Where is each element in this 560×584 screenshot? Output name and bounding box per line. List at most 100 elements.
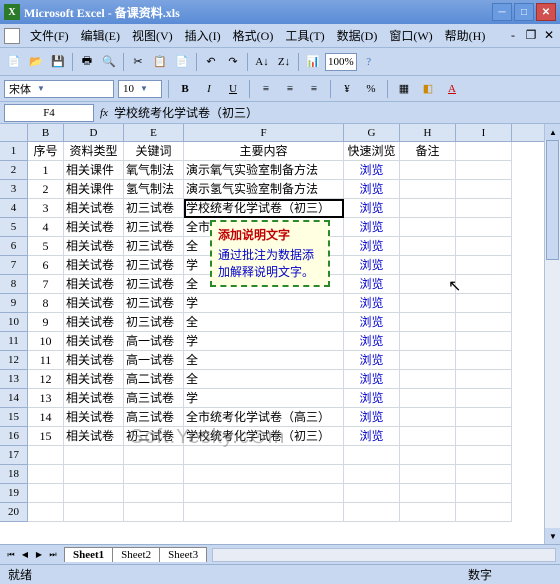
cell[interactable]: 相关试卷: [64, 332, 124, 351]
cell[interactable]: 相关试卷: [64, 351, 124, 370]
cell[interactable]: [456, 465, 512, 484]
cell[interactable]: [400, 503, 456, 522]
cell[interactable]: 全: [184, 351, 344, 370]
menu-item[interactable]: 数据(D): [331, 27, 384, 45]
name-box[interactable]: F4: [4, 104, 94, 122]
cell[interactable]: [64, 446, 124, 465]
cell[interactable]: 7: [28, 275, 64, 294]
cell[interactable]: 浏览: [344, 332, 400, 351]
horizontal-scrollbar[interactable]: [212, 548, 556, 562]
menu-item[interactable]: 编辑(E): [75, 27, 126, 45]
tab-nav-first[interactable]: ⏮: [4, 548, 18, 562]
cell[interactable]: [400, 256, 456, 275]
cell[interactable]: [456, 389, 512, 408]
cell[interactable]: 相关试卷: [64, 237, 124, 256]
cell[interactable]: 浏览: [344, 389, 400, 408]
cell[interactable]: 5: [28, 237, 64, 256]
cell[interactable]: 相关试卷: [64, 294, 124, 313]
cell[interactable]: [344, 503, 400, 522]
cell[interactable]: 2: [28, 180, 64, 199]
cell[interactable]: 相关试卷: [64, 389, 124, 408]
cell[interactable]: 6: [28, 256, 64, 275]
preview-button[interactable]: 🔍: [99, 52, 119, 72]
row-header[interactable]: 2: [0, 161, 28, 180]
cell[interactable]: [456, 446, 512, 465]
paste-button[interactable]: 📄: [172, 52, 192, 72]
sort-asc-button[interactable]: A↓: [252, 52, 272, 72]
row-header[interactable]: 4: [0, 199, 28, 218]
fx-icon[interactable]: fx: [100, 107, 108, 119]
cell[interactable]: [124, 465, 184, 484]
row-header[interactable]: 6: [0, 237, 28, 256]
align-left-button[interactable]: ≡: [256, 79, 276, 99]
cell[interactable]: [456, 313, 512, 332]
cell[interactable]: 初三试卷: [124, 275, 184, 294]
col-header[interactable]: G: [344, 124, 400, 141]
cell[interactable]: [456, 275, 512, 294]
worksheet-grid[interactable]: BDEFGHI 1序号资料类型关键词主要内容快速浏览备注21相关课件氧气制法演示…: [0, 124, 560, 544]
cell[interactable]: [456, 199, 512, 218]
cell[interactable]: 1: [28, 161, 64, 180]
cut-button[interactable]: ✂: [128, 52, 148, 72]
cell[interactable]: [28, 465, 64, 484]
help-button[interactable]: ?: [359, 52, 379, 72]
cell[interactable]: 初三试卷: [124, 199, 184, 218]
cell[interactable]: 相关试卷: [64, 427, 124, 446]
row-header[interactable]: 16: [0, 427, 28, 446]
cell[interactable]: 学: [184, 332, 344, 351]
cell[interactable]: 相关试卷: [64, 313, 124, 332]
row-header[interactable]: 15: [0, 408, 28, 427]
menu-item[interactable]: 文件(F): [24, 27, 75, 45]
sheet-tab[interactable]: Sheet2: [112, 547, 160, 562]
cell[interactable]: [456, 503, 512, 522]
col-header[interactable]: E: [124, 124, 184, 141]
header-cell[interactable]: 关键词: [124, 142, 184, 161]
cell[interactable]: 浏览: [344, 408, 400, 427]
header-cell[interactable]: 资料类型: [64, 142, 124, 161]
cell[interactable]: 8: [28, 294, 64, 313]
menu-item[interactable]: 视图(V): [126, 27, 179, 45]
scroll-down-button[interactable]: ▼: [545, 528, 560, 544]
cell[interactable]: 10: [28, 332, 64, 351]
cell[interactable]: 浏览: [344, 237, 400, 256]
cell[interactable]: [124, 503, 184, 522]
cell[interactable]: [400, 275, 456, 294]
cell[interactable]: [28, 484, 64, 503]
cell[interactable]: [400, 408, 456, 427]
sort-desc-button[interactable]: Z↓: [274, 52, 294, 72]
row-header[interactable]: 3: [0, 180, 28, 199]
redo-button[interactable]: ↷: [223, 52, 243, 72]
minimize-button[interactable]: ─: [492, 3, 512, 21]
cell[interactable]: [400, 294, 456, 313]
cell[interactable]: [400, 332, 456, 351]
open-button[interactable]: 📂: [26, 52, 46, 72]
row-header[interactable]: 9: [0, 294, 28, 313]
sheet-tab[interactable]: Sheet1: [64, 547, 113, 562]
maximize-button[interactable]: □: [514, 3, 534, 21]
cell[interactable]: 13: [28, 389, 64, 408]
cell[interactable]: 浏览: [344, 313, 400, 332]
cell[interactable]: 浏览: [344, 294, 400, 313]
cell[interactable]: [184, 446, 344, 465]
cell[interactable]: [400, 218, 456, 237]
font-size-combo[interactable]: 10▼: [118, 80, 162, 98]
vertical-scrollbar[interactable]: ▲ ▼: [544, 124, 560, 544]
cell[interactable]: 4: [28, 218, 64, 237]
cell[interactable]: [184, 465, 344, 484]
row-header[interactable]: 13: [0, 370, 28, 389]
undo-button[interactable]: ↶: [201, 52, 221, 72]
header-cell[interactable]: 快速浏览: [344, 142, 400, 161]
percent-button[interactable]: %: [361, 79, 381, 99]
cell[interactable]: 初三试卷: [124, 427, 184, 446]
row-header[interactable]: 17: [0, 446, 28, 465]
row-header[interactable]: 18: [0, 465, 28, 484]
menu-item[interactable]: 插入(I): [179, 27, 227, 45]
col-header[interactable]: H: [400, 124, 456, 141]
cell[interactable]: 14: [28, 408, 64, 427]
cell[interactable]: 学校统考化学试卷（初三）: [184, 199, 344, 218]
cell[interactable]: 浏览: [344, 370, 400, 389]
cell[interactable]: [456, 161, 512, 180]
cell[interactable]: 12: [28, 370, 64, 389]
cell[interactable]: [456, 332, 512, 351]
cell[interactable]: [184, 484, 344, 503]
